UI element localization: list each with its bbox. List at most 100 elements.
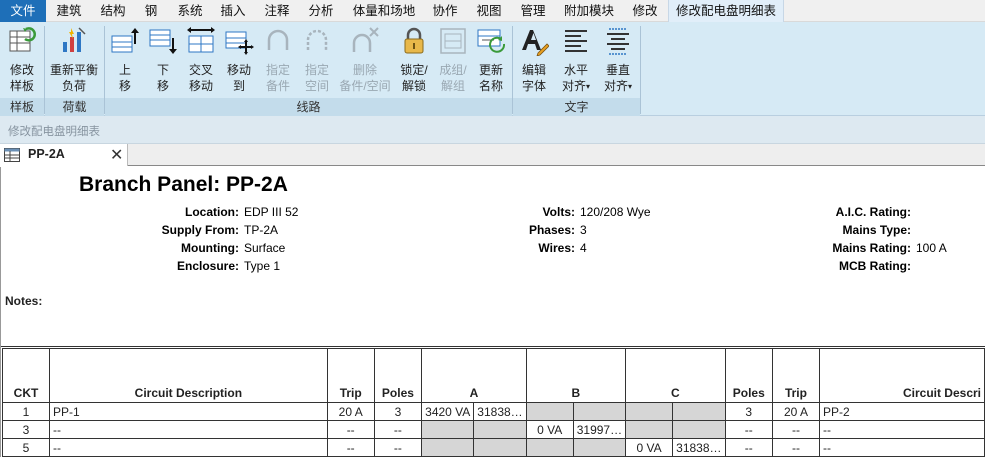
update-names-button[interactable]: 更新 名称 xyxy=(472,24,510,100)
menu-architecture[interactable]: 建筑 xyxy=(49,0,89,22)
rebalance-loads-button[interactable]: 重新平衡 负荷 xyxy=(46,24,102,100)
table-cell[interactable]: 1 xyxy=(1,402,51,421)
menu-annotate[interactable]: 注释 xyxy=(258,0,296,22)
edit-font-button[interactable]: 编辑 字体 xyxy=(514,24,554,100)
table-cell[interactable] xyxy=(473,438,527,457)
table-cell[interactable]: PP-1 xyxy=(49,402,328,421)
table-cell[interactable]: 3 xyxy=(724,402,773,421)
move-to-icon xyxy=(224,26,254,56)
wires-value[interactable]: 4 xyxy=(580,241,587,255)
menu-systems[interactable]: 系统 xyxy=(170,0,210,22)
table-cell[interactable]: -- xyxy=(49,420,328,439)
menu-collaborate[interactable]: 协作 xyxy=(426,0,464,22)
align-vertical-button[interactable]: 垂直 对齐▾ xyxy=(598,24,638,100)
modify-template-button[interactable]: 修改 样板 xyxy=(2,24,42,100)
column-header-phase-b[interactable]: B xyxy=(525,348,627,403)
volts-value[interactable]: 120/208 Wye xyxy=(580,205,651,219)
table-cell[interactable]: -- xyxy=(771,438,820,457)
tool-label-line1: 垂直 xyxy=(605,63,630,77)
column-header-poles-right[interactable]: Poles xyxy=(724,348,773,403)
table-cell[interactable]: 31838… xyxy=(672,438,726,457)
column-header-circuit-description-right[interactable]: Circuit Descri xyxy=(818,348,985,403)
mounting-value[interactable]: Surface xyxy=(244,241,285,255)
table-cell[interactable] xyxy=(525,402,574,421)
menu-bar: 文件 建筑 结构 钢 系统 插入 注释 分析 体量和场地 协作 视图 管理 附加… xyxy=(0,0,985,22)
edit-font-icon xyxy=(519,26,550,57)
table-cell[interactable]: 0 VA xyxy=(525,420,574,439)
table-cell[interactable]: -- xyxy=(724,420,773,439)
location-value[interactable]: EDP III 52 xyxy=(244,205,298,219)
table-cell[interactable]: -- xyxy=(373,420,423,439)
table-cell[interactable]: 0 VA xyxy=(625,438,674,457)
remove-spare-space-button[interactable]: 删除 备件/空间 xyxy=(336,24,394,100)
move-down-button[interactable]: 下 移 xyxy=(144,24,182,100)
table-cell[interactable]: 20 A xyxy=(326,402,375,421)
tool-label-line1: 重新平衡 xyxy=(49,63,98,77)
menu-file[interactable]: 文件 xyxy=(0,0,46,22)
menu-modify-panel-schedule[interactable]: 修改配电盘明细表 xyxy=(668,0,784,22)
table-cell[interactable]: -- xyxy=(771,420,820,439)
modify-template-icon xyxy=(7,26,37,56)
table-cell[interactable]: -- xyxy=(49,438,328,457)
table-cell[interactable]: 20 A xyxy=(771,402,820,421)
tool-label-line1: 修改 xyxy=(9,63,34,77)
column-header-phase-c[interactable]: C xyxy=(625,348,726,403)
menu-massing-site[interactable]: 体量和场地 xyxy=(348,0,420,22)
column-header-phase-a[interactable]: A xyxy=(421,348,527,403)
table-cell[interactable]: -- xyxy=(818,438,985,457)
column-header-trip-right[interactable]: Trip xyxy=(771,348,820,403)
panel-label-loads: 荷载 xyxy=(45,98,104,116)
column-header-circuit-description[interactable]: Circuit Description xyxy=(49,348,328,403)
assign-space-button[interactable]: 指定 空间 xyxy=(298,24,336,100)
move-across-icon xyxy=(186,26,216,56)
table-cell[interactable]: 31997… xyxy=(572,420,627,439)
phases-value[interactable]: 3 xyxy=(580,223,587,237)
table-cell[interactable] xyxy=(672,402,726,421)
tool-label-line1: 指定 xyxy=(304,63,329,77)
table-cell[interactable]: -- xyxy=(818,420,985,439)
table-cell[interactable]: -- xyxy=(373,438,423,457)
table-cell[interactable] xyxy=(672,420,726,439)
table-cell[interactable]: -- xyxy=(326,420,375,439)
table-cell[interactable]: -- xyxy=(724,438,773,457)
column-header-ckt[interactable]: CKT xyxy=(1,348,51,403)
supply-from-value[interactable]: TP-2A xyxy=(244,223,278,237)
menu-modify[interactable]: 修改 xyxy=(626,0,664,22)
group-ungroup-button[interactable]: 成组/ 解组 xyxy=(434,24,472,100)
table-cell[interactable]: 3 xyxy=(373,402,423,421)
align-horizontal-button[interactable]: 水平 对齐▾ xyxy=(556,24,596,100)
move-to-button[interactable]: 移动 到 xyxy=(220,24,258,100)
table-cell[interactable] xyxy=(625,420,674,439)
table-cell[interactable] xyxy=(572,438,627,457)
assign-spare-button[interactable]: 指定 备件 xyxy=(258,24,298,100)
panel-title: Branch Panel: PP-2A xyxy=(79,173,288,196)
menu-addins[interactable]: 附加模块 xyxy=(560,0,618,22)
table-cell[interactable] xyxy=(625,402,674,421)
lock-unlock-button[interactable]: 锁定/ 解锁 xyxy=(394,24,434,100)
table-cell[interactable]: 3420 VA xyxy=(421,402,475,421)
enclosure-value[interactable]: Type 1 xyxy=(244,259,280,273)
menu-analyze[interactable]: 分析 xyxy=(302,0,340,22)
table-cell[interactable] xyxy=(473,420,527,439)
move-up-button[interactable]: 上 移 xyxy=(106,24,144,100)
close-icon[interactable]: ✕ xyxy=(110,145,123,165)
table-cell[interactable] xyxy=(525,438,574,457)
table-cell[interactable]: 31838… xyxy=(473,402,527,421)
mains-rating-value[interactable]: 100 A xyxy=(916,241,947,255)
table-cell[interactable] xyxy=(572,402,627,421)
column-header-poles[interactable]: Poles xyxy=(373,348,423,403)
menu-structure[interactable]: 结构 xyxy=(94,0,132,22)
move-across-button[interactable]: 交叉 移动 xyxy=(182,24,220,100)
view-tab-pp-2a[interactable]: PP-2A ✕ xyxy=(0,144,128,166)
table-cell[interactable] xyxy=(421,438,475,457)
table-cell[interactable]: 3 xyxy=(1,420,51,439)
menu-steel[interactable]: 钢 xyxy=(138,0,164,22)
menu-insert[interactable]: 插入 xyxy=(214,0,252,22)
table-cell[interactable]: 5 xyxy=(1,438,51,457)
menu-manage[interactable]: 管理 xyxy=(514,0,552,22)
table-cell[interactable] xyxy=(421,420,475,439)
table-cell[interactable]: -- xyxy=(326,438,375,457)
menu-view[interactable]: 视图 xyxy=(470,0,508,22)
column-header-trip[interactable]: Trip xyxy=(326,348,375,403)
table-cell[interactable]: PP-2 xyxy=(818,402,985,421)
